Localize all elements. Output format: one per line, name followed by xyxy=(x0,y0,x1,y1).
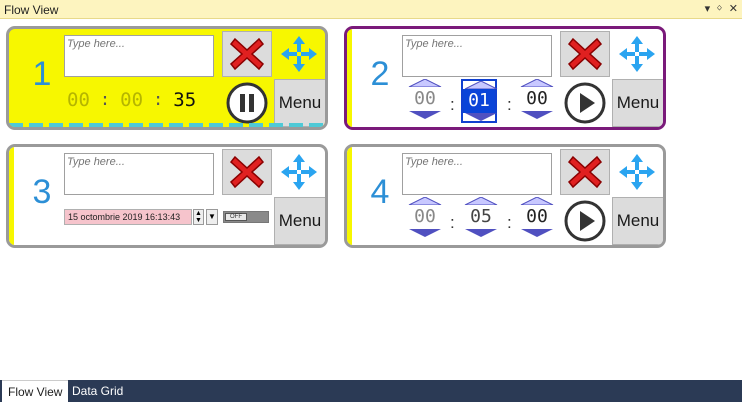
move-button[interactable] xyxy=(274,149,324,195)
toggle-label: OFF xyxy=(225,213,247,221)
delete-button[interactable] xyxy=(222,31,272,77)
minutes-spinner[interactable]: 01 xyxy=(461,79,498,123)
move-arrows-icon xyxy=(619,36,655,72)
delete-x-icon xyxy=(229,37,265,71)
datetime-input[interactable]: 15 octombrie 2019 16:13:43 xyxy=(64,209,192,225)
hours-value: 00 xyxy=(67,89,90,111)
card-number: 2 xyxy=(370,55,390,93)
calendar-dropdown-icon[interactable]: ▼ xyxy=(206,209,218,225)
decrement-arrow-icon xyxy=(521,229,553,237)
note-input[interactable] xyxy=(402,35,552,77)
countdown-display: 00 : 00 : 35 xyxy=(67,89,197,111)
increment-arrow-icon xyxy=(464,81,498,89)
delete-x-icon xyxy=(567,155,603,189)
pause-icon xyxy=(226,82,268,124)
panel-title: Flow View xyxy=(4,3,59,17)
tab-flow-view[interactable]: Flow View xyxy=(2,380,69,402)
datetime-spinner[interactable]: ▲ ▼ xyxy=(193,209,204,225)
menu-button[interactable]: Menu xyxy=(274,197,325,245)
decrement-arrow-icon xyxy=(465,229,497,237)
increment-arrow-icon xyxy=(464,197,498,205)
pause-button[interactable] xyxy=(222,79,272,127)
move-arrows-icon xyxy=(281,154,317,190)
alarm-card-3[interactable]: 3 Menu 15 octombrie 2019 16:13:43 ▲▼ ▼ O… xyxy=(6,144,328,248)
play-icon xyxy=(564,82,606,124)
panel-controls: ▾ ᛜ ✕ xyxy=(705,1,738,17)
note-input[interactable] xyxy=(402,153,552,195)
menu-button[interactable]: Menu xyxy=(274,79,325,127)
delete-button[interactable] xyxy=(560,31,610,77)
pin-icon[interactable]: ᛜ xyxy=(716,1,723,17)
bottom-tab-bar: Flow View Data Grid xyxy=(0,380,742,402)
play-button[interactable] xyxy=(560,79,610,127)
card-number: 4 xyxy=(370,173,390,211)
timer-card-4[interactable]: 4 Menu 00 : 05 : 00 xyxy=(344,144,666,248)
decrement-arrow-icon xyxy=(409,229,441,237)
hours-spinner[interactable]: 00 xyxy=(407,197,443,237)
decrement-arrow-icon xyxy=(521,111,553,119)
decrement-arrow-icon xyxy=(409,111,441,119)
dropdown-icon[interactable]: ▾ xyxy=(705,1,711,17)
close-icon[interactable]: ✕ xyxy=(729,1,738,17)
panel-title-bar: Flow View ▾ ᛜ ✕ xyxy=(0,0,742,19)
delete-button[interactable] xyxy=(222,149,272,195)
move-button[interactable] xyxy=(274,31,324,77)
menu-button[interactable]: Menu xyxy=(612,79,663,127)
minutes-spinner[interactable]: 05 xyxy=(463,197,499,237)
minutes-value: 00 xyxy=(120,89,144,111)
delete-x-icon xyxy=(229,155,265,189)
timer-card-2[interactable]: 2 Menu 00 : 01 : 00 xyxy=(344,26,666,130)
note-input[interactable] xyxy=(64,35,214,77)
delete-button[interactable] xyxy=(560,149,610,195)
decrement-arrow-icon xyxy=(465,113,497,121)
move-arrows-icon xyxy=(619,154,655,190)
play-button[interactable] xyxy=(560,197,610,245)
increment-arrow-icon xyxy=(520,79,554,87)
timer-card-1[interactable]: 1 Menu 00 : 00 : 35 xyxy=(6,26,328,130)
increment-arrow-icon xyxy=(408,197,442,205)
progress-dash xyxy=(9,123,325,127)
hours-spinner[interactable]: 00 xyxy=(407,79,443,119)
note-input[interactable] xyxy=(64,153,214,195)
play-icon xyxy=(564,200,606,242)
card-number: 1 xyxy=(32,55,52,93)
menu-button[interactable]: Menu xyxy=(612,197,663,245)
increment-arrow-icon xyxy=(520,197,554,205)
tab-data-grid[interactable]: Data Grid xyxy=(66,380,129,402)
delete-x-icon xyxy=(567,37,603,71)
increment-arrow-icon xyxy=(408,79,442,87)
seconds-spinner[interactable]: 00 xyxy=(519,197,555,237)
move-button[interactable] xyxy=(612,31,662,77)
seconds-spinner[interactable]: 00 xyxy=(519,79,555,119)
move-arrows-icon xyxy=(281,36,317,72)
move-button[interactable] xyxy=(612,149,662,195)
seconds-value: 35 xyxy=(173,89,197,111)
alarm-toggle[interactable]: OFF xyxy=(223,211,269,223)
card-number: 3 xyxy=(32,173,52,211)
